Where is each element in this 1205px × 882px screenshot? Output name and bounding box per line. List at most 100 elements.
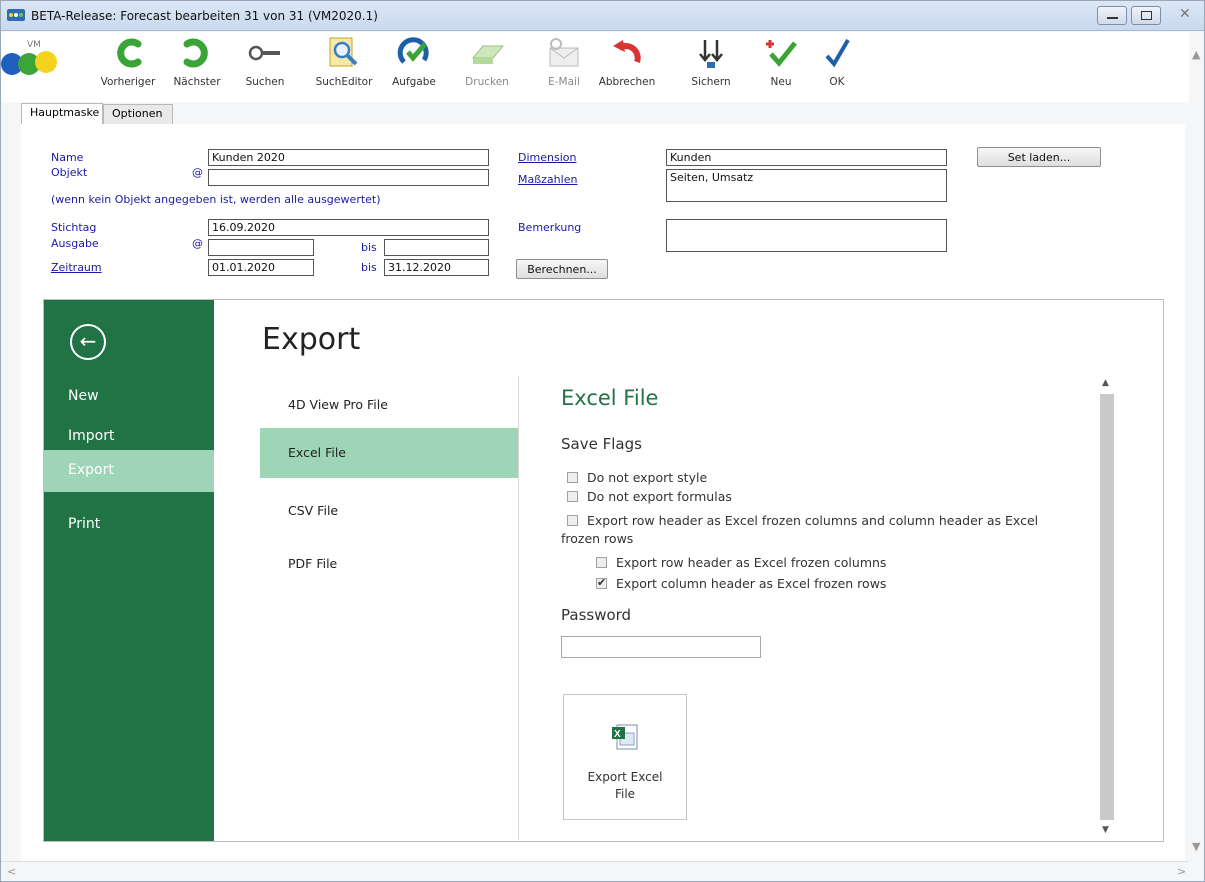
- checkbox-no-formulas[interactable]: [567, 491, 578, 502]
- scroll-track[interactable]: [1100, 394, 1114, 820]
- window-horizontal-scrollbar[interactable]: < >: [1, 861, 1189, 881]
- zeitraum-link[interactable]: Zeitraum: [51, 261, 102, 274]
- email-label: E-Mail: [548, 76, 580, 88]
- new-label: Neu: [770, 76, 792, 88]
- ausgabe-to-field[interactable]: [384, 239, 489, 256]
- stichtag-label: Stichtag: [51, 221, 97, 234]
- tab-optionen[interactable]: Optionen: [103, 104, 173, 124]
- checkbox-frozen-both[interactable]: [567, 515, 578, 526]
- password-heading: Password: [561, 606, 632, 624]
- dimension-field[interactable]: Kunden: [666, 149, 947, 166]
- set-laden-button[interactable]: Set laden...: [977, 147, 1101, 167]
- format-4dview-pro[interactable]: 4D View Pro File: [260, 380, 518, 430]
- window-scroll-up-icon[interactable]: ▲: [1192, 48, 1200, 61]
- flag-no-formulas[interactable]: Do not export formulas: [567, 489, 732, 504]
- ausgabe-at-symbol[interactable]: @: [192, 237, 203, 250]
- close-button[interactable]: ✕: [1165, 6, 1203, 25]
- format-excel[interactable]: Excel File: [260, 428, 518, 478]
- ok-button[interactable]: OK: [817, 34, 857, 98]
- format-pdf[interactable]: PDF File: [260, 539, 518, 589]
- pane-scrollbar[interactable]: ▲ ▼: [1100, 376, 1114, 838]
- password-input[interactable]: [561, 636, 761, 658]
- checkbox-frozen-columns[interactable]: [596, 557, 607, 568]
- title-bar: BETA-Release: Forecast bearbeiten 31 von…: [1, 1, 1204, 31]
- app-icon: [7, 9, 25, 21]
- save-button[interactable]: Sichern: [685, 34, 737, 98]
- search-label: Suchen: [245, 76, 285, 88]
- printer-icon: [467, 34, 507, 72]
- format-csv[interactable]: CSV File: [260, 486, 518, 536]
- nav-item-new[interactable]: New: [44, 376, 214, 418]
- flag-frozen-both[interactable]: Export row header as Excel frozen column…: [567, 513, 1038, 528]
- export-excel-button[interactable]: X Export Excel File: [563, 694, 687, 820]
- close-icon: ✕: [1179, 6, 1191, 22]
- flag-frozen-columns-label: Export row header as Excel frozen column…: [616, 555, 887, 570]
- new-plus-check-icon: [761, 34, 801, 72]
- flag-frozen-rows[interactable]: Export column header as Excel frozen row…: [596, 576, 886, 591]
- zeitraum-to-field[interactable]: 31.12.2020: [384, 259, 489, 276]
- email-icon: [544, 34, 584, 72]
- scroll-up-icon[interactable]: ▲: [1102, 378, 1109, 388]
- save-flags-heading: Save Flags: [561, 435, 642, 453]
- minimize-icon: [1107, 17, 1118, 19]
- checkbox-no-style[interactable]: [567, 472, 578, 483]
- bemerkung-field[interactable]: [666, 219, 947, 252]
- nav-item-print[interactable]: Print: [44, 504, 214, 546]
- flag-no-style-label: Do not export style: [587, 470, 708, 485]
- check-icon: [817, 34, 857, 72]
- arrow-right-green-icon: [177, 34, 217, 72]
- previous-label: Vorheriger: [100, 76, 156, 88]
- next-button[interactable]: Nächster: [167, 34, 227, 98]
- logo-text: VM: [27, 40, 41, 50]
- export-nav-sidebar: ← New Import Export Print: [44, 300, 214, 841]
- berechnen-button[interactable]: Berechnen...: [516, 259, 608, 279]
- minimize-button[interactable]: [1097, 6, 1127, 25]
- window-scroll-down-icon[interactable]: ▼: [1192, 840, 1200, 853]
- checkbox-frozen-rows[interactable]: [596, 576, 607, 589]
- bemerkung-label: Bemerkung: [518, 221, 582, 234]
- back-arrow-icon[interactable]: ←: [70, 324, 106, 360]
- objekt-label: Objekt: [51, 166, 88, 179]
- ausgabe-from-field[interactable]: [208, 239, 314, 256]
- stichtag-field[interactable]: 16.09.2020: [208, 219, 489, 236]
- name-field[interactable]: Kunden 2020: [208, 149, 489, 166]
- flag-frozen-columns[interactable]: Export row header as Excel frozen column…: [596, 555, 886, 570]
- maximize-icon: [1141, 11, 1152, 20]
- refresh-check-icon: [394, 34, 434, 72]
- new-button[interactable]: Neu: [759, 34, 803, 98]
- excel-pane-title: Excel File: [561, 386, 659, 410]
- nav-item-export[interactable]: Export: [44, 450, 214, 492]
- name-label: Name: [51, 151, 84, 164]
- task-button[interactable]: Aufgabe: [385, 34, 443, 98]
- email-button[interactable]: E-Mail: [539, 34, 589, 98]
- window-title: BETA-Release: Forecast bearbeiten 31 von…: [31, 9, 378, 23]
- flag-no-style[interactable]: Do not export style: [567, 470, 707, 485]
- print-button[interactable]: Drucken: [459, 34, 515, 98]
- search-editor-button[interactable]: SuchEditor: [311, 34, 377, 98]
- application-window: BETA-Release: Forecast bearbeiten 31 von…: [0, 0, 1205, 882]
- ausgabe-bis-label: bis: [361, 241, 377, 254]
- cancel-label: Abbrechen: [598, 76, 656, 88]
- tab-hauptmaske[interactable]: Hauptmaske: [21, 103, 103, 125]
- objekt-hint: (wenn kein Objekt angegeben ist, werden …: [51, 193, 381, 206]
- ausgabe-label: Ausgabe: [51, 237, 99, 250]
- search-button[interactable]: Suchen: [237, 34, 293, 98]
- vm-logo: VM: [1, 40, 71, 87]
- ok-label: OK: [829, 76, 845, 88]
- cancel-button[interactable]: Abbrechen: [595, 34, 659, 98]
- masszahlen-field[interactable]: Seiten, Umsatz: [666, 169, 947, 202]
- dimension-link[interactable]: Dimension: [518, 151, 576, 164]
- masszahlen-link[interactable]: Maßzahlen: [518, 173, 577, 186]
- window-scroll-left-icon[interactable]: <: [7, 865, 16, 878]
- maximize-button[interactable]: [1131, 6, 1161, 25]
- objekt-at-symbol[interactable]: @: [192, 166, 203, 179]
- previous-button[interactable]: Vorheriger: [93, 34, 163, 98]
- scroll-down-icon[interactable]: ▼: [1102, 825, 1109, 835]
- objekt-field[interactable]: [208, 169, 489, 186]
- next-label: Nächster: [173, 76, 221, 88]
- window-vertical-scrollbar[interactable]: ▲ ▼: [1189, 32, 1204, 861]
- zeitraum-from-field[interactable]: 01.01.2020: [208, 259, 314, 276]
- arrow-left-green-icon: [108, 34, 148, 72]
- zeitraum-bis-label: bis: [361, 261, 377, 274]
- window-scroll-right-icon[interactable]: >: [1177, 865, 1186, 878]
